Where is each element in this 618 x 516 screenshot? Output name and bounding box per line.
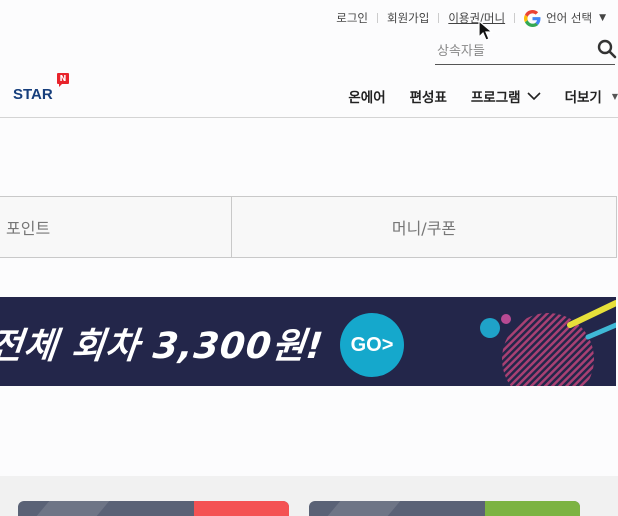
divider — [514, 13, 516, 23]
tab-bar: 포인트 머니/쿠폰 — [0, 196, 617, 258]
divider — [438, 13, 440, 23]
utility-bar: 로그인 회원가입 이용권/머니 언어 선택 ▼ — [336, 9, 606, 27]
nav-schedule[interactable]: 편성표 — [410, 86, 447, 106]
ticket-money-link[interactable]: 이용권/머니 — [448, 10, 505, 26]
signup-link[interactable]: 회원가입 — [387, 10, 429, 26]
promo-banner[interactable]: 전체 회차 3,300원! GO> — [0, 297, 616, 386]
nav-onair[interactable]: 온에어 — [348, 86, 385, 106]
language-selector[interactable]: 언어 선택 ▼ — [524, 9, 606, 27]
search-icon[interactable] — [597, 39, 617, 59]
promo-card[interactable] — [18, 501, 289, 516]
card-shade — [36, 501, 110, 516]
search-input[interactable]: 상속자들 — [437, 40, 485, 59]
card-shade — [327, 501, 401, 516]
nav-program[interactable]: 프로그램 — [471, 86, 541, 106]
card-accent — [485, 501, 580, 516]
tab-money-coupon[interactable]: 머니/쿠폰 — [232, 197, 616, 257]
nav-program-label: 프로그램 — [470, 90, 521, 106]
new-badge: N — [57, 73, 69, 87]
promo-card[interactable] — [309, 501, 580, 516]
site-logo[interactable]: STAR — [13, 86, 53, 103]
header-divider — [0, 117, 618, 118]
google-icon — [524, 9, 541, 27]
caret-down-icon: ▼ — [599, 13, 606, 23]
divider — [376, 13, 378, 23]
nav-more[interactable]: 더보기 ▼ — [565, 86, 618, 106]
caret-down-icon: ▼ — [611, 91, 618, 101]
go-button[interactable]: GO> — [340, 313, 404, 377]
banner-text: 전체 회차 3,300원! — [0, 326, 326, 367]
tab-point[interactable]: 포인트 — [0, 197, 232, 257]
login-link[interactable]: 로그인 — [336, 10, 368, 26]
main-nav: 온에어 편성표 프로그램 더보기 ▼ — [348, 86, 618, 106]
chevron-down-icon — [527, 91, 541, 100]
mouse-cursor-icon — [478, 20, 494, 41]
search-box[interactable]: 상속자들 — [435, 38, 617, 65]
card-accent — [194, 501, 289, 516]
nav-more-label: 더보기 — [564, 90, 602, 106]
decorative-shapes-icon — [480, 300, 616, 386]
language-label: 언어 선택 — [546, 11, 593, 25]
